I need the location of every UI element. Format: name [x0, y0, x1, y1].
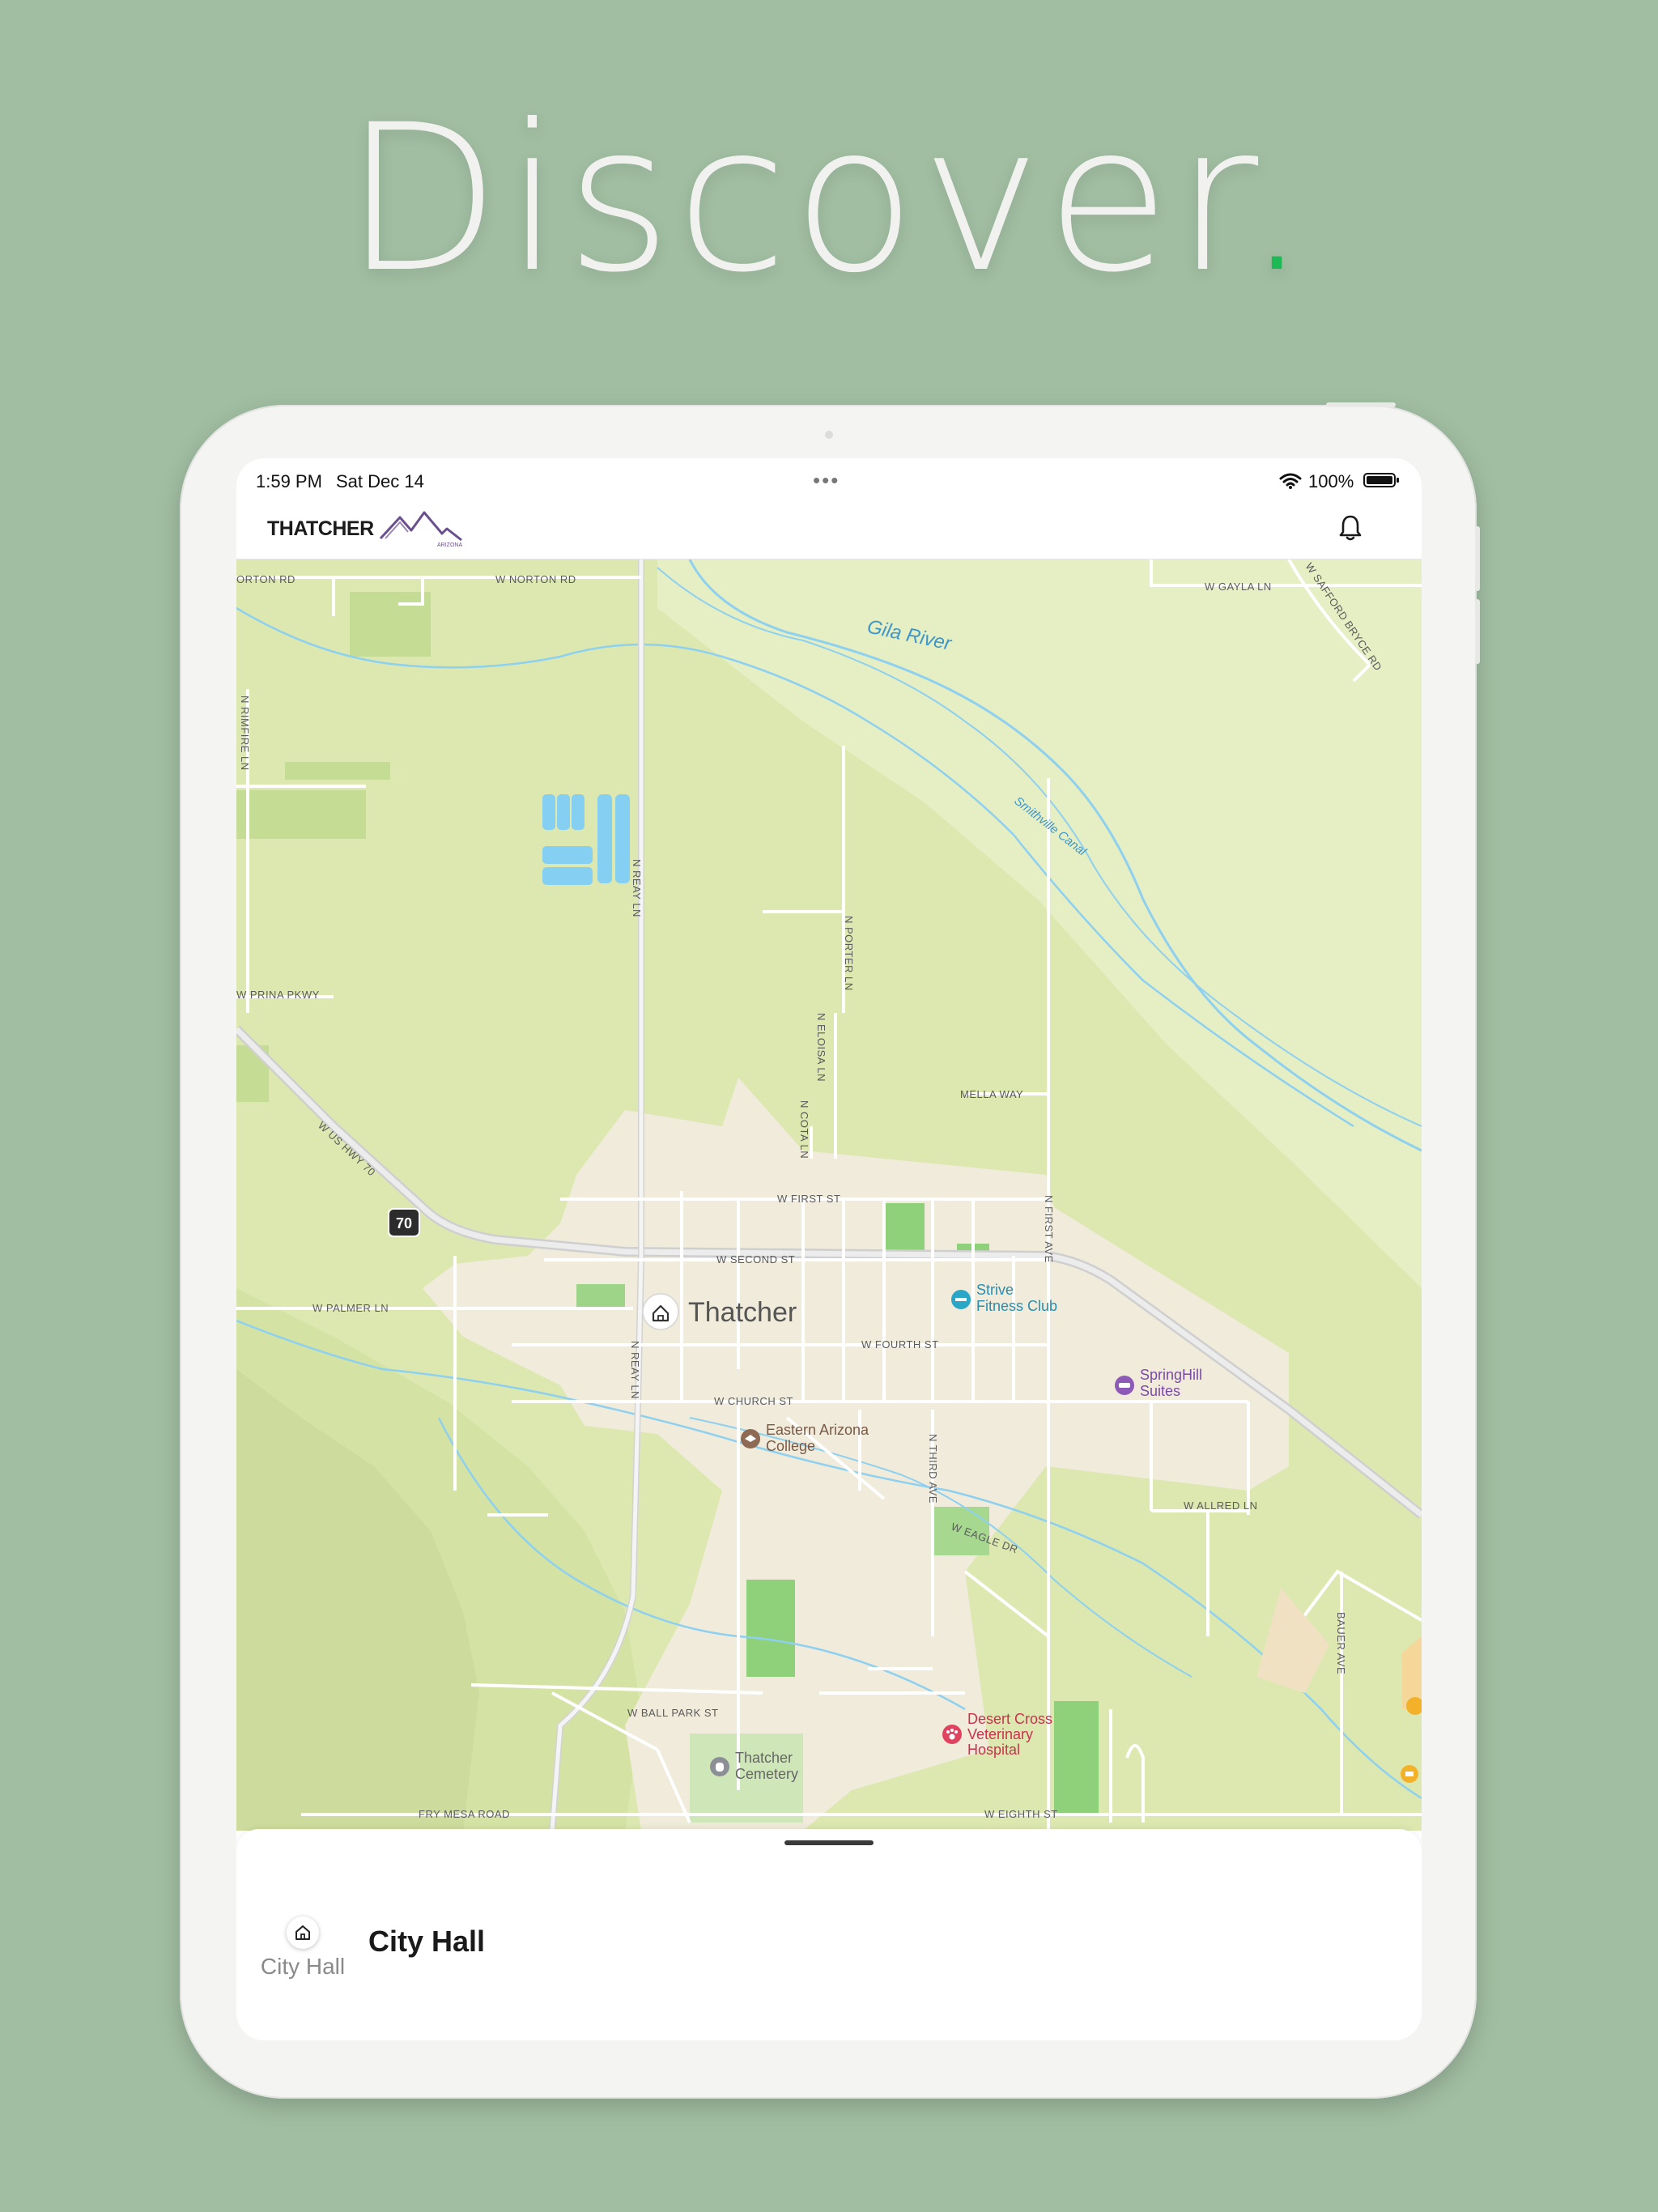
pond-7 — [615, 794, 630, 883]
field-3 — [285, 762, 390, 780]
poi-cemetery-line1: Thatcher — [735, 1750, 793, 1766]
us-70-shield: 70 — [388, 1208, 420, 1237]
road-label-third-ave: N THIRD AVE — [927, 1434, 939, 1504]
poi-strive-line1: Strive — [976, 1282, 1014, 1298]
road-label-porter: N PORTER LN — [843, 916, 855, 991]
road-label-eloisa: N ELOISA LN — [815, 1013, 827, 1082]
poi-eac-line1: Eastern Arizona — [766, 1422, 869, 1438]
park-6 — [1054, 1701, 1099, 1814]
camera — [825, 431, 833, 439]
battery-percent: 100% — [1308, 471, 1354, 491]
app-screen: 1:59 PM Sat Dec 14 ••• 100% THATCHER ARI… — [236, 458, 1422, 2040]
poi-vet-line3: Hospital — [967, 1742, 1020, 1758]
mountain-logo-icon: ARIZONA — [379, 511, 462, 548]
logo-subtext: ARIZONA — [437, 542, 462, 548]
field-2 — [236, 790, 366, 839]
power-button — [1326, 402, 1396, 407]
sheet-title: City Hall — [368, 1925, 486, 1958]
road-label-fry-mesa: FRY MESA ROAD — [419, 1808, 510, 1820]
poi-springhill-line2: Suites — [1140, 1383, 1180, 1399]
pond-3 — [572, 794, 585, 830]
headline-dot: . — [1244, 81, 1314, 317]
bottom-sheet: City Hall City Hall — [236, 1829, 1422, 2040]
park-4 — [746, 1580, 795, 1677]
poi-springhill-line1: SpringHill — [1140, 1367, 1202, 1383]
poi-vet-line1: Desert Cross — [967, 1711, 1052, 1727]
road-label-reay: N REAY LN — [631, 859, 643, 917]
road-label-church: W CHURCH ST — [714, 1395, 793, 1407]
road-label-allred: W ALLRED LN — [1184, 1499, 1257, 1512]
town-label: Thatcher — [688, 1297, 797, 1328]
road-label-palmer: W PALMER LN — [312, 1302, 389, 1314]
sheet-drag-handle[interactable] — [784, 1840, 874, 1845]
road-label-first-st: W FIRST ST — [777, 1193, 840, 1205]
road-label-mella: MELLA WAY — [960, 1088, 1023, 1100]
park-3 — [576, 1284, 625, 1307]
wifi-icon — [1279, 473, 1302, 489]
thatcher-logo[interactable]: THATCHER ARIZONA — [267, 507, 463, 551]
pond-4 — [542, 846, 593, 864]
poi-cemetery-line2: Cemetery — [735, 1766, 798, 1782]
road-label-first-ave: N FIRST AVE — [1043, 1195, 1055, 1263]
status-date: Sat Dec 14 — [336, 471, 424, 491]
road-label-gayla: W GAYLA LN — [1205, 581, 1272, 593]
status-bar: 1:59 PM Sat Dec 14 ••• 100% — [236, 458, 1422, 499]
road-label-norton: W NORTON RD — [495, 573, 576, 585]
pond-6 — [597, 794, 612, 883]
bell-icon[interactable] — [1334, 512, 1367, 544]
category-icon-circle — [287, 1916, 319, 1949]
road-label-prina: W PRINA PKWY — [236, 989, 320, 1001]
pond-2 — [557, 794, 570, 830]
status-time: 1:59 PM — [256, 471, 322, 491]
road-label-second: W SECOND ST — [716, 1253, 795, 1266]
poi-vet-line2: Veterinary — [967, 1726, 1033, 1742]
poi-eac-line2: College — [766, 1438, 815, 1454]
road-label-ball-park: W BALL PARK ST — [627, 1707, 718, 1719]
category-city-hall[interactable]: City Hall — [254, 1916, 351, 1980]
volume-up-button — [1475, 526, 1480, 591]
road-label-cota: N COTA LN — [798, 1100, 810, 1159]
map-view[interactable]: 70 Gila River Smithville Canal ORTON RD … — [236, 559, 1422, 1831]
category-label: City Hall — [260, 1954, 346, 1979]
battery-icon — [1363, 473, 1399, 487]
multitasking-dots[interactable]: ••• — [813, 468, 840, 493]
road-label-eighth: W EIGHTH ST — [984, 1808, 1058, 1820]
road-label-bauer: BAUER AVE — [1335, 1612, 1347, 1674]
road-label-norton-w: ORTON RD — [236, 573, 295, 585]
road-label-fourth: W FOURTH ST — [861, 1338, 939, 1351]
road-label-rimfire: N RIMFIRE LN — [239, 696, 251, 771]
pond-1 — [542, 794, 555, 830]
hwy-shield-number: 70 — [396, 1215, 412, 1231]
road-label-reay-south: N REAY LN — [629, 1341, 641, 1399]
logo-wordmark: THATCHER — [267, 517, 374, 540]
city-hall-pin[interactable] — [642, 1293, 679, 1330]
field-1 — [350, 592, 431, 657]
app-header: THATCHER ARIZONA — [236, 499, 1422, 559]
headline: Discover. — [0, 81, 1658, 317]
home-icon — [295, 1925, 310, 1940]
poi-strive-line2: Fitness Club — [976, 1298, 1057, 1314]
pond-5 — [542, 867, 593, 885]
volume-down-button — [1475, 599, 1480, 664]
headline-text: Discover — [344, 81, 1245, 317]
poi-shopping-edge-2[interactable] — [1401, 1765, 1418, 1783]
